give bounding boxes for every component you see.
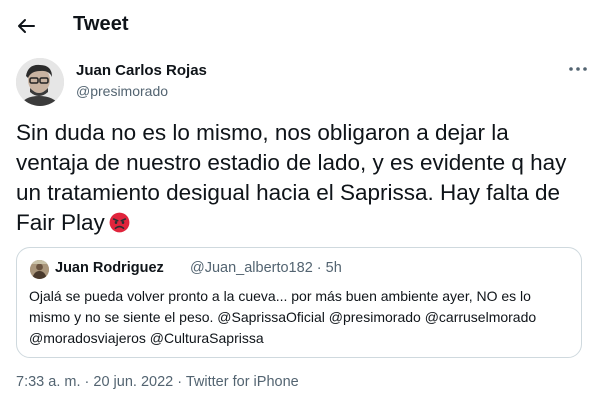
- quoted-author-handle: @Juan_alberto182: [190, 260, 313, 276]
- meta-separator: ·: [84, 374, 90, 390]
- tweet-time[interactable]: 7:33 a. m.: [16, 374, 80, 390]
- more-icon[interactable]: [566, 59, 590, 79]
- tweet-source[interactable]: Twitter for iPhone: [186, 374, 299, 390]
- quoted-age: 5h: [325, 260, 342, 276]
- author-name[interactable]: Juan Carlos Rojas: [76, 62, 207, 79]
- tweet-metadata: 7:33 a. m. · 20 jun. 2022 · Twitter for …: [16, 374, 299, 390]
- quoted-author-name: Juan Rodriguez: [55, 260, 164, 276]
- quoted-avatar: [30, 260, 49, 279]
- quoted-meta: @Juan_alberto182 · 5h: [190, 260, 342, 276]
- avatar[interactable]: [16, 58, 64, 106]
- top-bar: Tweet: [0, 0, 600, 52]
- tweet-date[interactable]: 20 jun. 2022: [93, 374, 173, 390]
- meta-separator: ·: [177, 374, 183, 390]
- quoted-tweet[interactable]: Juan Rodriguez @Juan_alberto182 · 5h Oja…: [16, 247, 582, 358]
- page-title: Tweet: [73, 13, 129, 35]
- tweet-text-body: Sin duda no es lo mismo, nos obligaron a…: [16, 120, 567, 235]
- quoted-separator: ·: [316, 260, 322, 276]
- angry-face-icon: [109, 212, 130, 233]
- author-handle[interactable]: @presimorado: [76, 83, 168, 99]
- quoted-text: Ojalá se pueda volver pronto a la cueva.…: [29, 288, 537, 346]
- quoted-avatar-image: [30, 260, 49, 279]
- arrow-left-icon[interactable]: [14, 14, 38, 38]
- tweet-text: Sin duda no es lo mismo, nos obligaron a…: [16, 118, 586, 238]
- avatar-image: [16, 58, 64, 106]
